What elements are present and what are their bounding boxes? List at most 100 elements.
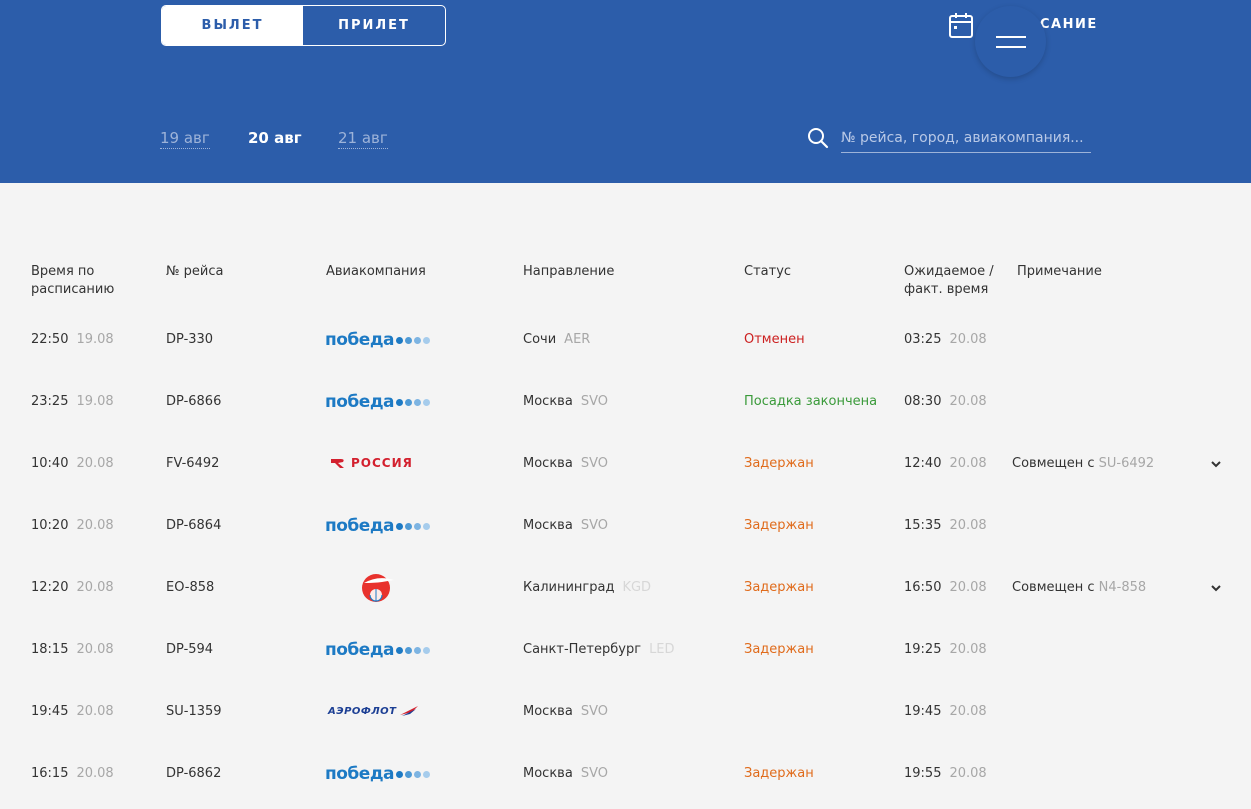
destination-city: Москва [523,766,573,781]
destination: Москва SVO [523,766,608,781]
search-icon[interactable] [807,127,829,149]
airline-logo-pobeda: победа [325,640,431,660]
expected-time: 15:35 20.08 [904,518,987,533]
table-row[interactable]: 12:20 20.08 EO-858 Калининград KGD Задержа… [0,556,1251,618]
scheduled-time-value: 16:15 [31,766,69,781]
search-input[interactable] [841,126,1091,153]
destination-code: SVO [580,456,608,471]
scheduled-time: 10:20 20.08 [31,518,114,533]
date-21-aug[interactable]: 21 авг [338,129,388,149]
logo-dots [396,336,431,344]
table-row[interactable]: 16:15 20.08 DP-6862 победа Москва SVO Заде… [0,742,1251,804]
tab-arrivals[interactable]: ПРИЛЕТ [303,6,445,45]
expected-time-value: 15:35 [904,518,942,533]
expected-time-value: 19:45 [904,704,942,719]
destination-code: SVO [580,704,608,719]
expected-time-value: 19:55 [904,766,942,781]
flight-number[interactable]: SU-1359 [166,704,222,719]
destination-code: LED [649,642,675,657]
flight-number[interactable]: FV-6492 [166,456,219,471]
table-row[interactable]: 10:20 20.08 DP-6864 победа Москва SVO Заде… [0,494,1251,556]
airline-logo-pobeda: победа [325,392,431,412]
expected-time: 19:45 20.08 [904,704,987,719]
airline-logo-rossiya: РОССИЯ [330,456,413,470]
flight-number[interactable]: DP-6866 [166,394,221,409]
expected-time-value: 12:40 [904,456,942,471]
flight-number[interactable]: DP-594 [166,642,213,657]
note-text: Совмещен с SU-6492 [1012,456,1154,471]
flight-number[interactable]: EO-858 [166,580,214,595]
destination: Москва SVO [523,456,608,471]
scheduled-date-value: 20.08 [76,642,114,657]
expected-time-value: 03:25 [904,332,942,347]
calendar-icon[interactable] [949,12,973,38]
expected-date-value: 20.08 [949,456,987,471]
scheduled-date-value: 20.08 [76,518,114,533]
chevron-down-icon[interactable] [1210,460,1222,470]
expected-date-value: 20.08 [949,704,987,719]
expected-date-value: 20.08 [949,394,987,409]
expected-time-value: 19:25 [904,642,942,657]
table-row[interactable]: 10:40 20.08 FV-6492 РОССИЯ Москва SVO Заде… [0,432,1251,494]
status-text: Задержан [744,518,814,533]
scheduled-date-value: 19.08 [76,332,114,347]
scheduled-date-value: 19.08 [76,394,114,409]
hamburger-line [995,45,1026,48]
destination: Москва SVO [523,394,608,409]
logo-dots [396,522,431,530]
table-row[interactable]: 18:15 20.08 DP-594 победа Санкт-Петербург… [0,618,1251,680]
column-header-expected-time: Ожидаемое / факт. время [904,264,994,297]
scheduled-time: 10:40 20.08 [31,456,114,471]
table-row[interactable]: 19:45 20.08 SU-1359 АЭРОФЛОТ Москва SVO 19… [0,680,1251,742]
table-row[interactable]: 22:50 19.08 DP-330 победа Сочи AER Отменен… [0,308,1251,370]
scheduled-time-value: 10:20 [31,518,69,533]
status-text: Задержан [744,766,814,781]
hamburger-line [995,35,1026,38]
date-20-aug[interactable]: 20 авг [248,129,302,147]
note-text: Совмещен с N4-858 [1012,580,1146,595]
scheduled-time-value: 10:40 [31,456,69,471]
destination-code: SVO [580,766,608,781]
airline-logo-pobeda: победа [325,764,431,784]
column-header-airline: Авиакомпания [326,264,426,279]
destination-city: Санкт-Петербург [523,642,642,657]
destination: Сочи AER [523,332,590,347]
logo-dots [396,770,431,778]
status-text: Задержан [744,456,814,471]
expected-date-value: 20.08 [949,332,987,347]
expected-date-value: 20.08 [949,642,987,657]
rossiya-wing-icon [331,459,344,468]
column-header-flight: № рейса [166,264,224,279]
destination-city: Калининград [523,580,615,595]
destination: Калининград KGD [523,580,651,595]
flight-number[interactable]: DP-6864 [166,518,221,533]
scheduled-time-value: 18:15 [31,642,69,657]
status-text: Посадка закончена [744,394,878,409]
schedule-label[interactable]: САНИЕ [1040,17,1098,32]
airline-logo-text: победа [325,516,395,536]
expected-time: 16:50 20.08 [904,580,987,595]
column-header-scheduled-time: Время по расписанию [31,264,115,297]
table-row[interactable]: 23:25 19.08 DP-6866 победа Москва SVO Поса… [0,370,1251,432]
scheduled-time: 19:45 20.08 [31,704,114,719]
note-code: SU-6492 [1098,456,1155,471]
flight-number[interactable]: DP-330 [166,332,213,347]
destination-code: AER [564,332,591,347]
logo-dots [396,398,431,406]
chevron-down-icon[interactable] [1210,584,1222,594]
menu-button[interactable] [975,6,1046,77]
date-19-aug[interactable]: 19 авг [160,129,210,149]
destination-code: SVO [580,394,608,409]
tab-departures[interactable]: ВЫЛЕТ [162,6,303,45]
scheduled-time-value: 22:50 [31,332,69,347]
destination-code: KGD [622,580,652,595]
scheduled-date-value: 20.08 [76,704,114,719]
airline-logo-pobeda: победа [325,516,431,536]
aeroflot-wing-icon [400,706,419,716]
airline-logo-text: победа [325,392,395,412]
scheduled-time: 18:15 20.08 [31,642,114,657]
destination-city: Москва [523,704,573,719]
expected-date-value: 20.08 [949,766,987,781]
destination: Москва SVO [523,518,608,533]
flight-number[interactable]: DP-6862 [166,766,221,781]
